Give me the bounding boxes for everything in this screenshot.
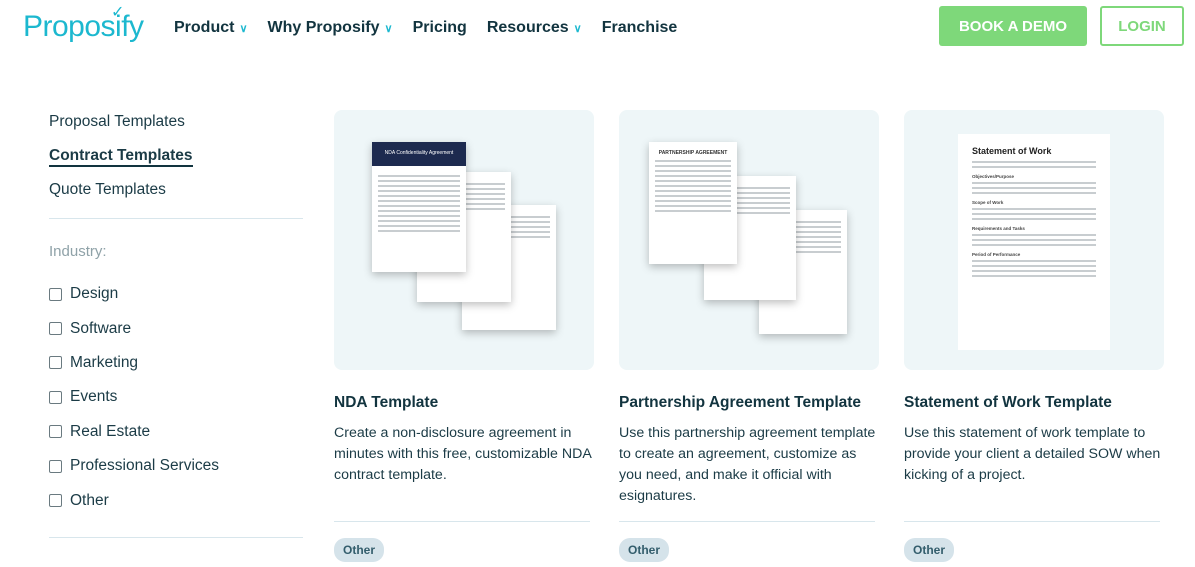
nav-why-proposify[interactable]: Why Proposify ∨ <box>268 19 393 37</box>
main-menu: Product ∨ Why Proposify ∨ Pricing Resource… <box>174 19 677 37</box>
checkbox[interactable] <box>49 494 62 508</box>
nav-resources[interactable]: Resources ∨ <box>487 19 582 37</box>
template-preview[interactable]: PARTNERSHIP AGREEMENT <box>619 110 879 370</box>
card-title[interactable]: Partnership Agreement Template <box>619 394 879 412</box>
industry-tag: Other <box>619 538 670 562</box>
divider <box>49 536 303 538</box>
doc-section: Requirements and Tasks <box>972 226 1025 231</box>
divider <box>49 218 303 219</box>
category-proposal-templates[interactable]: Proposal Templates <box>49 112 303 146</box>
category-contract-templates[interactable]: Contract Templates <box>49 146 303 180</box>
chevron-down-icon: ∨ <box>573 23 582 35</box>
sidebar-filters: Proposal Templates Contract Templates Qu… <box>49 112 303 538</box>
proposify-logo[interactable]: Proposify ✓ <box>23 4 144 44</box>
card-title[interactable]: NDA Template <box>334 394 594 412</box>
template-preview[interactable]: NDA Confidentiality Agreement <box>334 110 594 370</box>
doc-section: Scope of Work <box>972 200 1004 205</box>
top-nav: Proposify ✓ Product ∨ Why Proposify ∨ Prici… <box>0 0 1195 56</box>
template-preview[interactable]: Statement of Work Objectives/Purpose Sco… <box>904 110 1164 370</box>
doc-heading: NDA Confidentiality Agreement <box>372 142 466 166</box>
checkmark-icon: ✓ <box>111 4 124 21</box>
checkbox[interactable] <box>49 425 62 439</box>
chevron-down-icon: ∨ <box>384 23 393 35</box>
divider <box>904 521 1160 522</box>
nav-product[interactable]: Product ∨ <box>174 19 248 37</box>
filter-other[interactable]: Other <box>49 483 303 517</box>
template-card-partnership[interactable]: PARTNERSHIP AGREEMENT Partnership Agreem… <box>619 110 879 562</box>
checkbox[interactable] <box>49 356 62 370</box>
template-card-sow[interactable]: Statement of Work Objectives/Purpose Sco… <box>904 110 1164 562</box>
filter-marketing[interactable]: Marketing <box>49 346 303 380</box>
filter-professional-services[interactable]: Professional Services <box>49 449 303 483</box>
login-button[interactable]: LOGIN <box>1100 6 1184 46</box>
category-quote-templates[interactable]: Quote Templates <box>49 180 303 214</box>
doc-section: Objectives/Purpose <box>972 174 1015 179</box>
filter-software[interactable]: Software <box>49 311 303 345</box>
card-title[interactable]: Statement of Work Template <box>904 394 1164 412</box>
template-card-nda[interactable]: NDA Confidentiality Agreement NDA Templa… <box>334 110 594 562</box>
checkbox[interactable] <box>49 459 62 473</box>
filter-real-estate[interactable]: Real Estate <box>49 415 303 449</box>
industry-tag: Other <box>904 538 955 562</box>
industry-label: Industry: <box>49 243 107 260</box>
checkbox[interactable] <box>49 287 62 301</box>
card-description: Use this statement of work template to p… <box>904 425 1161 483</box>
doc-section: Period of Performance <box>972 252 1021 257</box>
book-demo-button[interactable]: BOOK A DEMO <box>939 6 1087 46</box>
checkbox[interactable] <box>49 322 62 336</box>
doc-heading: PARTNERSHIP AGREEMENT <box>658 150 728 156</box>
checkbox[interactable] <box>49 390 62 404</box>
divider <box>334 521 590 522</box>
doc-heading: Statement of Work <box>972 146 1052 156</box>
industry-tag: Other <box>334 538 385 562</box>
card-description: Use this partnership agreement template … <box>619 425 876 504</box>
filter-design[interactable]: Design <box>49 277 303 311</box>
card-description: Create a non-disclosure agreement in min… <box>334 425 592 483</box>
divider <box>619 521 875 522</box>
nav-franchise[interactable]: Franchise <box>602 19 678 37</box>
chevron-down-icon: ∨ <box>239 23 248 35</box>
nav-pricing[interactable]: Pricing <box>413 19 467 37</box>
filter-events[interactable]: Events <box>49 380 303 414</box>
